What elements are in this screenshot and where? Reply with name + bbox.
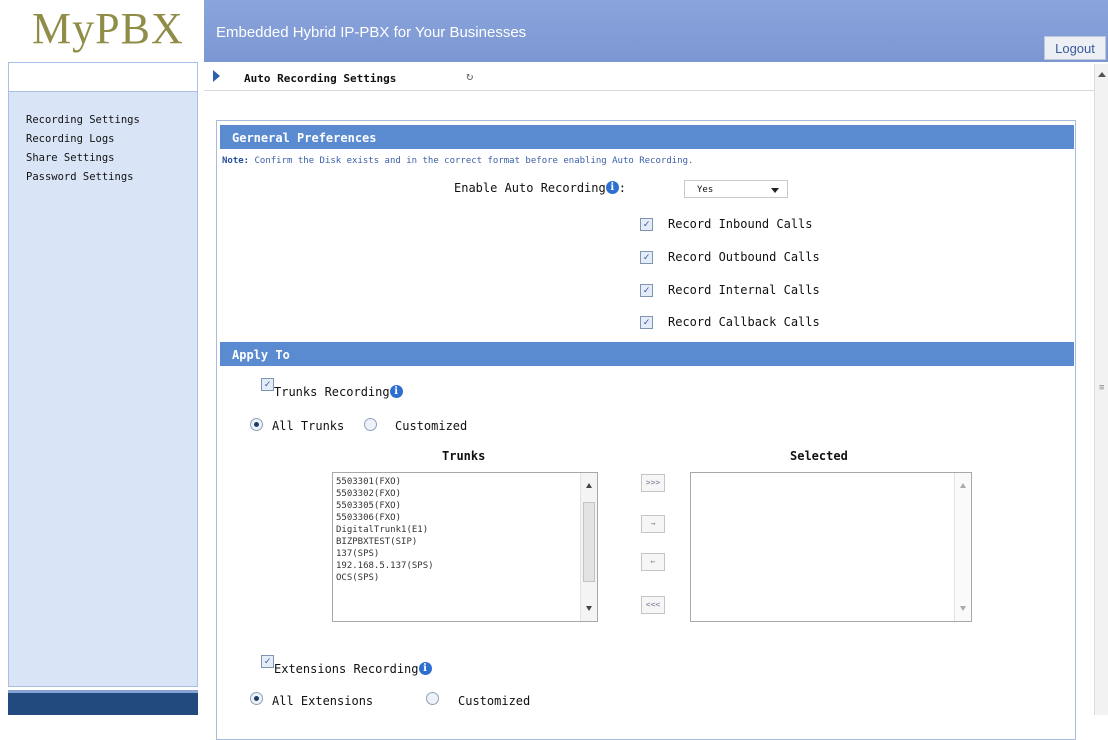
sidebar-item-share-settings[interactable]: Share Settings (26, 149, 140, 168)
list-item[interactable]: DigitalTrunk1(E1) (336, 524, 434, 536)
header-banner: Embedded Hybrid IP-PBX for Your Business… (204, 0, 1108, 62)
remove-selected-button[interactable]: ← (641, 553, 665, 571)
enable-auto-recording-select[interactable]: Yes (684, 180, 788, 198)
list-item[interactable]: 5503306(FXO) (336, 512, 434, 524)
play-arrow-icon (213, 70, 220, 82)
record-callback-label: Record Callback Calls (668, 315, 820, 329)
scroll-up-icon[interactable] (1098, 72, 1106, 77)
list-item[interactable]: 5503305(FXO) (336, 500, 434, 512)
sidebar-header (9, 63, 197, 92)
trunks-recording-checkbox[interactable]: ✓ (261, 378, 274, 391)
record-callback-checkbox[interactable]: ✓ (640, 316, 653, 329)
sidebar-item-recording-logs[interactable]: Recording Logs (26, 130, 140, 149)
sidebar-menu: Recording Settings Recording Logs Share … (26, 111, 140, 187)
customized-trunks-label: Customized (395, 419, 468, 433)
selected-list-scrollbar[interactable] (954, 473, 971, 621)
record-inbound-checkbox[interactable]: ✓ (640, 218, 653, 231)
add-selected-button[interactable]: → (641, 515, 665, 533)
info-icon[interactable]: i (418, 662, 432, 675)
all-trunks-label: All Trunks (272, 419, 345, 433)
info-icon[interactable]: i (605, 181, 619, 194)
list-item[interactable]: 5503301(FXO) (336, 476, 434, 488)
list-item[interactable]: 192.168.5.137(SPS) (336, 560, 434, 572)
enable-suffix: : (618, 181, 626, 195)
record-inbound-label: Record Inbound Calls (668, 217, 813, 231)
scroll-up-icon[interactable] (586, 483, 592, 488)
selected-column-header: Selected (790, 449, 848, 463)
general-preferences-header: Gerneral Preferences (220, 125, 1074, 149)
logo-text: MyPBX (32, 4, 184, 53)
refresh-icon[interactable]: ↻ (466, 69, 473, 83)
enable-auto-recording-label: Enable Auto Recording i: (454, 181, 626, 195)
note-text: Confirm the Disk exists and in the corre… (249, 156, 694, 166)
enable-auto-recording-text: Enable Auto Recording (454, 181, 606, 195)
trunks-list[interactable]: 5503301(FXO) 5503302(FXO) 5503305(FXO) 5… (332, 472, 598, 622)
page-title: Auto Recording Settings (244, 72, 397, 85)
page-scrollbar[interactable]: ≡ (1094, 64, 1108, 715)
breadcrumb: Auto Recording Settings ↻ (204, 64, 1094, 91)
disk-note: Note: Confirm the Disk exists and in the… (222, 156, 693, 166)
note-prefix: Note: (222, 156, 250, 166)
sidebar-item-recording-settings[interactable]: Recording Settings (26, 111, 140, 130)
customized-extensions-radio[interactable] (426, 692, 439, 705)
apply-to-header: Apply To (220, 342, 1074, 366)
list-item[interactable]: BIZPBXTEST(SIP) (336, 536, 434, 548)
record-outbound-checkbox[interactable]: ✓ (640, 251, 653, 264)
scroll-thumb[interactable] (583, 502, 595, 582)
scroll-down-icon[interactable] (960, 606, 966, 611)
logout-button[interactable]: Logout (1044, 36, 1106, 60)
trunks-column-header: Trunks (442, 449, 486, 463)
scroll-grip-icon[interactable]: ≡ (1099, 384, 1104, 393)
customized-trunks-radio[interactable] (364, 418, 377, 431)
sidebar-item-password-settings[interactable]: Password Settings (26, 168, 140, 187)
trunks-recording-text: Trunks Recording (274, 385, 390, 399)
enable-auto-recording-value: Yes (697, 185, 714, 195)
trunks-items: 5503301(FXO) 5503302(FXO) 5503305(FXO) 5… (336, 476, 434, 584)
list-item[interactable]: OCS(SPS) (336, 572, 434, 584)
sidebar-footer (8, 690, 198, 715)
scroll-up-icon[interactable] (960, 483, 966, 488)
trunks-list-scrollbar[interactable] (580, 473, 597, 621)
list-item[interactable]: 5503302(FXO) (336, 488, 434, 500)
extensions-recording-text: Extensions Recording (274, 662, 419, 676)
header-slogan: Embedded Hybrid IP-PBX for Your Business… (216, 24, 527, 41)
logo: MyPBX (0, 0, 204, 66)
all-trunks-radio[interactable] (250, 418, 263, 431)
remove-all-button[interactable]: <<< (641, 596, 665, 614)
extensions-recording-label: Extensions Recording i (274, 662, 432, 676)
selected-list[interactable] (690, 472, 972, 622)
record-outbound-label: Record Outbound Calls (668, 250, 820, 264)
scroll-down-icon[interactable] (586, 606, 592, 611)
trunks-recording-label: Trunks Recording i (274, 385, 403, 399)
all-extensions-radio[interactable] (250, 692, 263, 705)
settings-panel (216, 120, 1076, 740)
all-extensions-label: All Extensions (272, 694, 374, 708)
sidebar: Recording Settings Recording Logs Share … (8, 62, 198, 687)
record-internal-checkbox[interactable]: ✓ (640, 284, 653, 297)
extensions-recording-checkbox[interactable]: ✓ (261, 655, 274, 668)
list-item[interactable]: 137(SPS) (336, 548, 434, 560)
customized-extensions-label: Customized (458, 694, 531, 708)
info-icon[interactable]: i (389, 385, 403, 398)
add-all-button[interactable]: >>> (641, 474, 665, 492)
record-internal-label: Record Internal Calls (668, 283, 820, 297)
chevron-down-icon (771, 188, 779, 193)
